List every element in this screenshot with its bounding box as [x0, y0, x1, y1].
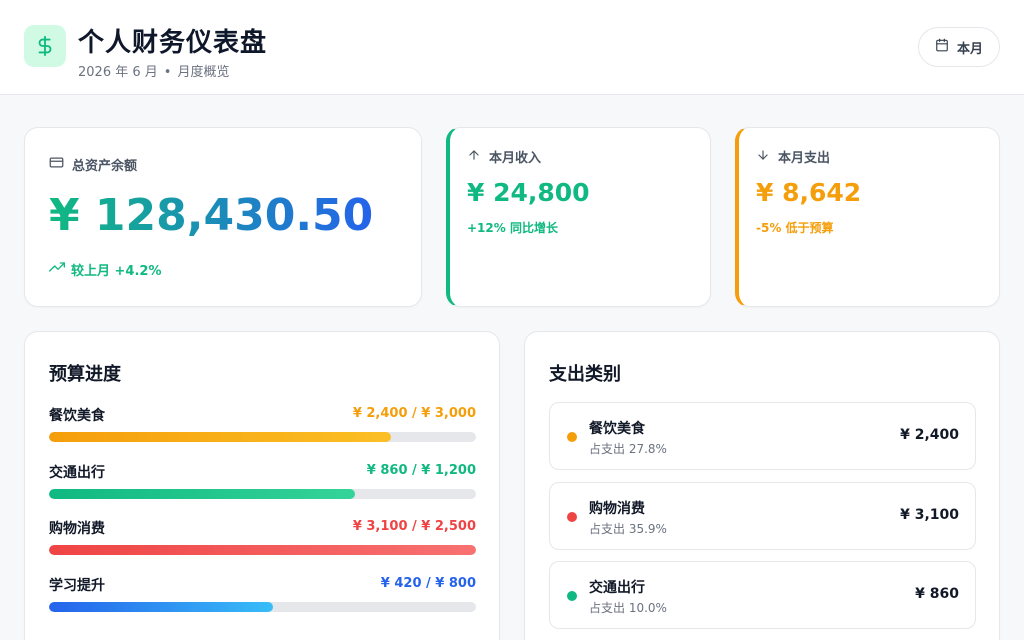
category-color-dot — [567, 512, 577, 522]
header: 个人财务仪表盘 2026 年 6 月 • 月度概览 本月 — [0, 0, 1024, 95]
page-subtitle: 2026 年 6 月 • 月度概览 — [78, 61, 229, 80]
category-item-food[interactable]: 餐饮美食 占支出 27.8% ¥ 2,400 — [549, 402, 976, 470]
budget-progress-fill — [49, 432, 391, 442]
dollar-sign-icon — [24, 25, 66, 67]
budget-item-name: 交通出行 — [49, 465, 105, 481]
budget-progress-panel: 预算进度 餐饮美食 ¥ 2,400 / ¥ 3,000 交通出行 ¥ 860 /… — [24, 331, 500, 640]
budget-item-transport: 交通出行 ¥ 860 / ¥ 1,200 — [49, 462, 476, 506]
budget-item-amount: ¥ 860 / ¥ 1,200 — [366, 463, 476, 478]
category-share: 占支出 10.0% — [589, 601, 667, 615]
category-color-dot — [567, 591, 577, 601]
category-amount: ¥ 860 — [915, 586, 959, 602]
calendar-icon — [935, 38, 949, 56]
total-balance-card: 总资产余额 ¥ 128,430.50 较上月 +4.2% — [24, 127, 422, 307]
total-balance-change-text: 较上月 +4.2% — [71, 263, 162, 279]
total-balance-label: 总资产余额 — [72, 159, 138, 174]
expense-categories-panel: 支出类别 餐饮美食 占支出 27.8% ¥ 2,400 购物消费 占支出 35.… — [524, 331, 1000, 640]
page-title: 个人财务仪表盘 — [78, 28, 268, 58]
monthly-expense-label: 本月支出 — [778, 151, 831, 166]
budget-progress-track — [49, 432, 476, 442]
category-amount: ¥ 3,100 — [900, 507, 959, 523]
category-share: 占支出 27.8% — [589, 442, 667, 456]
month-filter-button[interactable]: 本月 — [918, 27, 1000, 67]
category-share: 占支出 35.9% — [589, 522, 667, 536]
month-button-label: 本月 — [956, 41, 983, 57]
category-item-transport[interactable]: 交通出行 占支出 10.0% ¥ 860 — [549, 561, 976, 629]
total-balance-value: ¥ 128,430.50 — [49, 190, 374, 241]
monthly-income-label: 本月收入 — [489, 151, 542, 166]
budget-item-amount: ¥ 420 / ¥ 800 — [380, 576, 476, 591]
budget-item-learning: 学习提升 ¥ 420 / ¥ 800 — [49, 575, 476, 619]
monthly-expense-card: 本月支出 ¥ 8,642 -5% 低于预算 — [735, 127, 1000, 307]
budget-progress-fill — [49, 489, 356, 499]
category-amount: ¥ 2,400 — [900, 427, 959, 443]
arrow-up-icon — [467, 148, 481, 166]
arrow-down-icon — [756, 148, 770, 166]
monthly-expense-label-row: 本月支出 — [756, 147, 830, 166]
monthly-income-card: 本月收入 ¥ 24,800 +12% 同比增长 — [446, 127, 711, 307]
subtitle-separator: • — [163, 65, 172, 80]
budget-progress-fill — [49, 602, 274, 612]
total-balance-label-row: 总资产余额 — [49, 155, 137, 174]
budget-item-name: 学习提升 — [49, 578, 105, 594]
budget-progress-track — [49, 602, 476, 612]
category-name: 交通出行 — [589, 580, 645, 596]
monthly-income-note: +12% 同比增长 — [467, 221, 558, 235]
monthly-income-label-row: 本月收入 — [467, 147, 541, 166]
total-balance-change: 较上月 +4.2% — [49, 259, 161, 279]
category-item-shopping[interactable]: 购物消费 占支出 35.9% ¥ 3,100 — [549, 482, 976, 550]
monthly-expense-note: -5% 低于预算 — [756, 221, 834, 235]
credit-card-icon — [49, 155, 64, 174]
budget-progress-fill — [49, 545, 476, 555]
budget-progress-track — [49, 545, 476, 555]
expense-categories-title: 支出类别 — [549, 364, 621, 385]
category-name: 购物消费 — [589, 501, 645, 517]
trending-up-icon — [49, 259, 65, 279]
category-color-dot — [567, 432, 577, 442]
monthly-expense-value: ¥ 8,642 — [756, 178, 862, 207]
view-label: 月度概览 — [177, 65, 230, 80]
period-label: 2026 年 6 月 — [78, 65, 158, 80]
budget-item-amount: ¥ 3,100 / ¥ 2,500 — [352, 519, 476, 534]
monthly-income-value: ¥ 24,800 — [467, 178, 590, 207]
budget-item-name: 购物消费 — [49, 521, 105, 537]
category-name: 餐饮美食 — [589, 421, 645, 437]
budget-progress-track — [49, 489, 476, 499]
budget-progress-title: 预算进度 — [49, 364, 121, 385]
budget-item-shopping: 购物消费 ¥ 3,100 / ¥ 2,500 — [49, 518, 476, 562]
budget-item-food: 餐饮美食 ¥ 2,400 / ¥ 3,000 — [49, 405, 476, 449]
budget-item-amount: ¥ 2,400 / ¥ 3,000 — [352, 406, 476, 421]
budget-item-name: 餐饮美食 — [49, 408, 105, 424]
